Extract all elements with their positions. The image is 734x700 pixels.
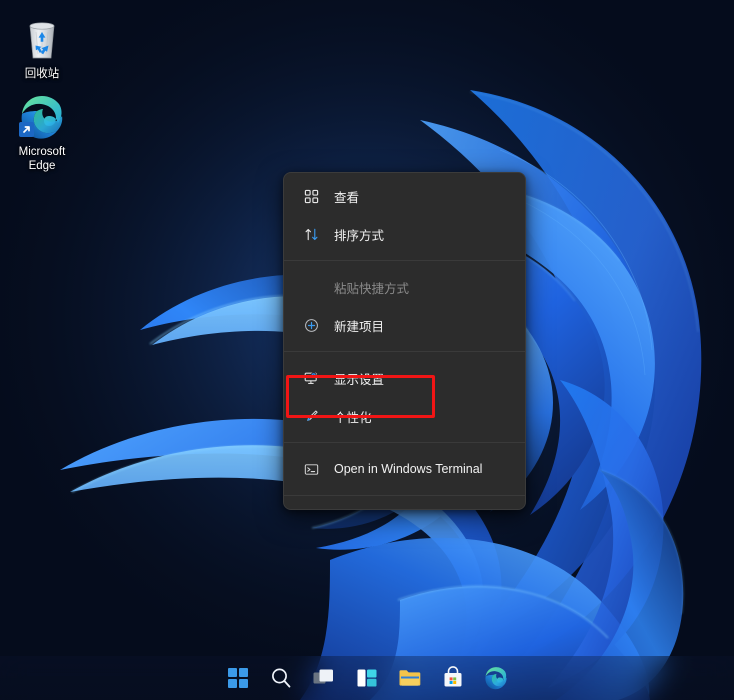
context-menu-separator [284, 260, 525, 261]
edge-icon [17, 92, 67, 142]
desktop-screen: 回收站 [0, 0, 734, 700]
context-menu-item-paste-shortcut: 粘贴快捷方式 [284, 268, 525, 306]
taskbar-microsoft-store-button[interactable] [440, 665, 466, 691]
context-menu-item-label: 个性化 [334, 407, 372, 426]
context-menu-item-sort-by[interactable]: 排序方式 [284, 215, 525, 253]
context-menu-item-display-settings[interactable]: 显示设置 [284, 359, 525, 397]
view-grid-icon [302, 187, 320, 205]
taskbar-start-button[interactable] [225, 665, 251, 691]
edge-label-line1: Microsoft [19, 146, 66, 158]
taskbar-task-view-button[interactable] [311, 665, 337, 691]
context-menu-item-view[interactable]: 查看 [284, 177, 525, 215]
context-menu-item-label: 显示设置 [334, 369, 384, 388]
pen-brush-icon [302, 407, 320, 425]
desktop-icon-recycle-bin[interactable]: 回收站 [0, 14, 84, 82]
desktop-context-menu[interactable]: 查看 排序方式 粘贴快捷方式 [283, 172, 526, 510]
context-menu-separator [284, 495, 525, 496]
taskbar [0, 656, 734, 700]
display-settings-icon [302, 369, 320, 387]
context-menu-group-1: 查看 排序方式 [284, 173, 525, 257]
context-menu-item-new[interactable]: 新建项目 [284, 306, 525, 344]
taskbar-file-explorer-button[interactable] [397, 665, 423, 691]
desktop-icon-label: Microsoft Edge [0, 146, 84, 173]
terminal-icon [302, 460, 320, 478]
context-menu-separator [284, 442, 525, 443]
context-menu-item-label: 新建项目 [334, 316, 384, 335]
taskbar-widgets-button[interactable] [354, 665, 380, 691]
context-menu-item-show-more-options[interactable]: Show more options Shift [284, 503, 525, 510]
context-menu-item-label: 排序方式 [334, 225, 384, 244]
context-menu-group-4: Open in Windows Terminal [284, 446, 525, 492]
edge-label-line2: Edge [29, 160, 56, 172]
context-menu-item-label: 粘贴快捷方式 [334, 278, 409, 297]
taskbar-search-button[interactable] [268, 665, 294, 691]
context-menu-group-2: 粘贴快捷方式 新建项目 [284, 264, 525, 348]
desktop-icon-label: 回收站 [0, 68, 84, 82]
context-menu-item-label: 查看 [334, 187, 359, 206]
sort-arrows-icon [302, 225, 320, 243]
context-menu-group-3: 显示设置 个性化 [284, 355, 525, 439]
taskbar-edge-button[interactable] [483, 665, 509, 691]
empty-icon-slot [302, 278, 320, 296]
context-menu-item-open-terminal[interactable]: Open in Windows Terminal [284, 450, 525, 488]
context-menu-group-5: Show more options Shift [284, 499, 525, 510]
context-menu-item-personalize[interactable]: 个性化 [284, 397, 525, 435]
context-menu-item-label: Open in Windows Terminal [334, 462, 482, 476]
desktop-icon-microsoft-edge[interactable]: Microsoft Edge [0, 92, 84, 173]
context-menu-separator [284, 351, 525, 352]
plus-circle-icon [302, 316, 320, 334]
recycle-bin-icon [17, 14, 67, 64]
